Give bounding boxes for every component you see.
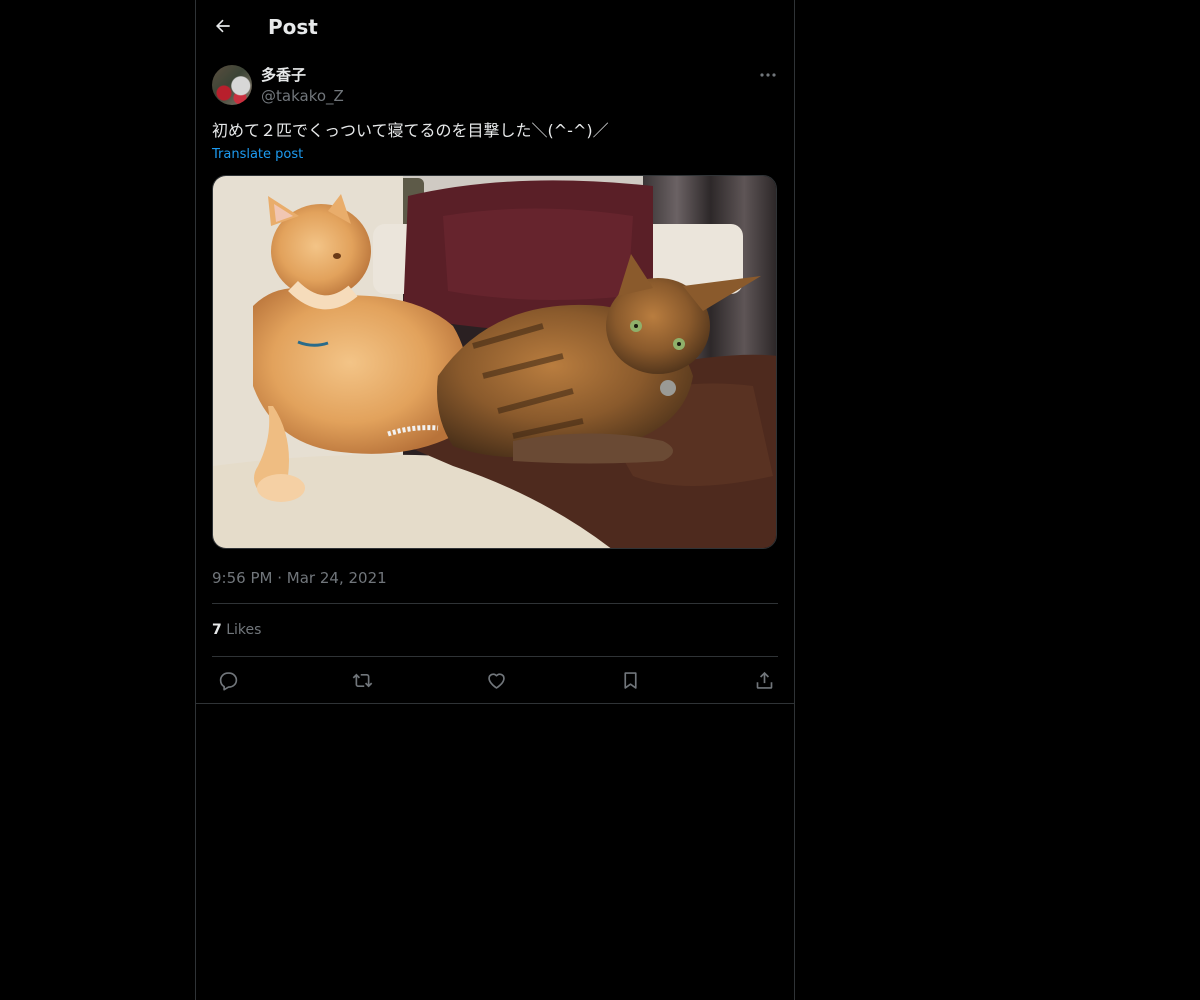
post-text: 初めて２匹でくっついて寝てるのを目撃した＼(^-^)／ [212, 121, 609, 140]
post-time[interactable]: 9:56 PM [212, 569, 272, 587]
translate-post-link[interactable]: Translate post [212, 147, 303, 163]
heart-icon [487, 672, 505, 689]
page-title: Post [268, 15, 318, 39]
like-button[interactable] [481, 667, 511, 693]
more-options-button[interactable] [754, 65, 782, 85]
likes-label: Likes [226, 622, 262, 638]
arrow-left-icon [216, 19, 230, 33]
back-button[interactable] [208, 11, 238, 41]
post-timestamp: 9:56 PM · Mar 24, 2021 [212, 568, 387, 588]
more-dots-icon [760, 73, 776, 77]
share-button[interactable] [749, 667, 779, 693]
divider [212, 656, 778, 657]
avatar[interactable] [212, 65, 252, 105]
repost-button[interactable] [347, 667, 377, 693]
post-header: Post [196, 0, 794, 53]
bookmark-button[interactable] [615, 667, 645, 693]
bookmark-icon [623, 671, 637, 689]
likes-count: 7 [212, 622, 222, 638]
author-handle[interactable]: @takako_Z [261, 87, 344, 105]
reply-button[interactable] [213, 667, 243, 693]
reply-icon [219, 671, 237, 691]
repost-icon [352, 673, 372, 687]
post-date[interactable]: Mar 24, 2021 [287, 569, 387, 587]
cats-photo [213, 176, 776, 548]
timestamp-separator: · [277, 569, 283, 587]
author-display-name[interactable]: 多香子 [261, 66, 306, 84]
divider [212, 603, 778, 604]
post-image[interactable] [212, 175, 777, 549]
likes-count-link[interactable]: 7 Likes [212, 621, 261, 639]
share-icon [756, 671, 772, 689]
post-column: Post 多香子 @takako_Z 初めて２匹でくっついて寝てるのを目撃した＼… [195, 0, 795, 1000]
divider [196, 703, 794, 704]
